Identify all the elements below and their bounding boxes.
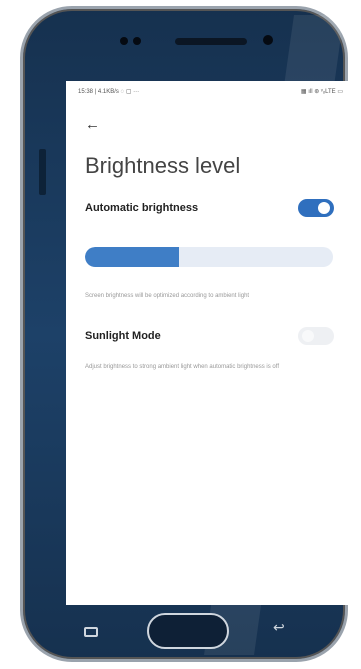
arrow-left-icon[interactable]: ← [85, 117, 100, 132]
phone-frame: 15:38 | 4.1KB/s ◌ ▢ ··· ▦ ıll ⊛ ᵛₒLTE ▭ … [20, 6, 355, 662]
home-button[interactable] [147, 613, 229, 649]
proximity-sensor [120, 37, 128, 45]
automatic-brightness-toggle[interactable] [298, 199, 334, 217]
earpiece-speaker [175, 38, 247, 45]
screen: 15:38 | 4.1KB/s ◌ ▢ ··· ▦ ıll ⊛ ᵛₒLTE ▭ … [66, 81, 355, 605]
volume-key[interactable] [39, 149, 46, 195]
page-title: Brightness level [85, 153, 241, 178]
brightness-slider[interactable] [85, 247, 333, 267]
recent-apps-icon[interactable] [84, 627, 98, 637]
brightness-slider-fill [85, 247, 180, 267]
toggle-knob [318, 202, 330, 214]
sunlight-mode-label: Sunlight Mode [85, 330, 161, 342]
sunlight-mode-description: Adjust brightness to strong ambient ligh… [85, 364, 279, 370]
automatic-brightness-label: Automatic brightness [85, 202, 199, 214]
back-icon[interactable]: ↩ [273, 619, 285, 636]
toggle-knob [302, 330, 314, 342]
automatic-brightness-description: Screen brightness will be optimized acco… [85, 293, 250, 299]
status-bar-left: 15:38 | 4.1KB/s ◌ ▢ ··· [78, 89, 140, 95]
light-sensor [133, 37, 141, 45]
status-bar: 15:38 | 4.1KB/s ◌ ▢ ··· ▦ ıll ⊛ ᵛₒLTE ▭ [78, 88, 343, 100]
sunlight-mode-toggle[interactable] [298, 327, 334, 345]
status-bar-right: ▦ ıll ⊛ ᵛₒLTE ▭ [300, 89, 343, 95]
front-camera [263, 35, 273, 45]
